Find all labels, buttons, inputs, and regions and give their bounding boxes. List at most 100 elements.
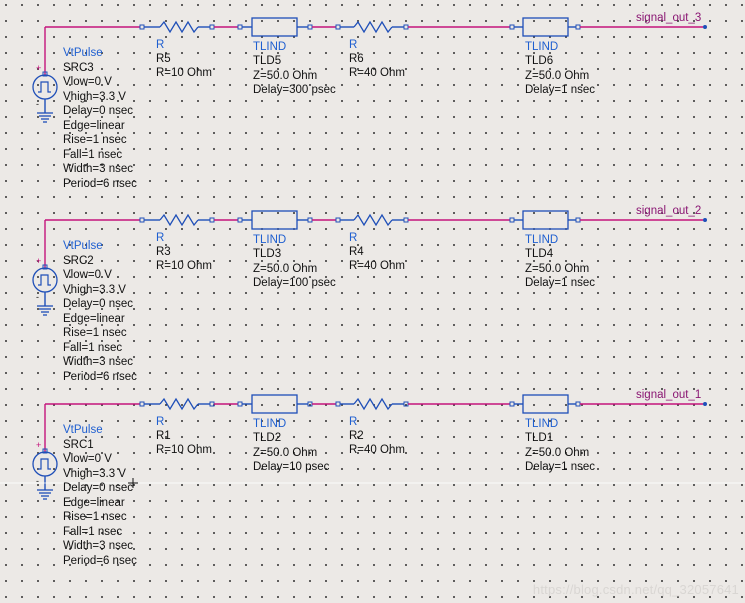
tl2-delay-label: Delay=1 nsec: [525, 277, 595, 289]
r2-type-label: R: [349, 416, 358, 428]
pin: [403, 24, 409, 30]
r2-type-label: R: [349, 232, 358, 244]
plus-sign: +: [36, 63, 41, 73]
tl2-name-label: TLD4: [525, 248, 554, 260]
tl1-delay-label: Delay=10 psec: [253, 461, 330, 473]
pin: [509, 401, 515, 407]
source-param: Delay=0 nsec: [63, 298, 133, 310]
source-param: Fall=1 nsec: [63, 341, 123, 354]
source-param: Edge=linear: [63, 496, 125, 509]
pin: [335, 217, 341, 223]
pulse-source-icon: [32, 74, 58, 100]
tl2-z-label: Z=50.0 Ohm: [525, 263, 590, 275]
resistor-r1: [159, 20, 199, 34]
tl1-z-label: Z=50.0 Ohm: [253, 263, 318, 275]
tl1-z-label: Z=50.0 Ohm: [253, 70, 318, 82]
tl2-delay-label: Delay=1 nsec: [525, 461, 595, 473]
resistor-r2: [353, 20, 393, 34]
tl2-name-label: TLD6: [525, 55, 554, 67]
tlind-tl2: [522, 17, 569, 37]
net-terminal: [703, 25, 707, 29]
watermark: https://blog.csdn.net/qq_32057641: [532, 582, 739, 597]
pin: [335, 24, 341, 30]
tl2-type-label: TLIND: [525, 41, 559, 53]
source-param: Period=6 nsec: [63, 177, 137, 190]
source-param: Fall=1 nsec: [63, 148, 123, 161]
tlind-tl1: [251, 17, 298, 37]
net-terminal: [703, 402, 707, 406]
pin: [509, 217, 515, 223]
r1-value-label: R=10 Ohm: [156, 67, 212, 79]
r1-name-label: R5: [156, 53, 171, 65]
pin: [403, 217, 409, 223]
source-param: Vhigh=3.3 V: [63, 467, 126, 480]
resistor-r2: [353, 397, 393, 411]
pulse-waveform-icon: [38, 458, 51, 470]
pin: [575, 401, 581, 407]
net-terminal: [703, 218, 707, 222]
plus-sign: +: [36, 440, 41, 450]
net-name-label: signal_out_1: [636, 389, 702, 401]
source-param: Vhigh=3.3 V: [63, 90, 126, 103]
source-param: Fall=1 nsec: [63, 525, 123, 538]
source-param: Period=6 nsec: [63, 370, 137, 383]
pin: [237, 401, 243, 407]
r1-name-label: R1: [156, 430, 171, 442]
pin: [139, 217, 145, 223]
minus-sign: -: [36, 476, 39, 486]
r1-type-label: R: [156, 416, 165, 428]
pin: [307, 401, 313, 407]
tl1-type-label: TLIND: [253, 41, 287, 53]
tl2-type-label: TLIND: [525, 234, 559, 246]
pulse-waveform-icon: [38, 274, 51, 286]
resistor-r1: [159, 213, 199, 227]
tl1-name-label: TLD5: [253, 55, 282, 67]
source-param: Vhigh=3.3 V: [63, 283, 126, 296]
r2-value-label: R=40 Ohm: [349, 260, 405, 272]
pin: [209, 217, 215, 223]
source-param: Period=6 nsec: [63, 554, 137, 567]
tlind-tl2: [522, 394, 569, 414]
source-param: Delay=0 nsec: [63, 482, 133, 494]
net-name-label: signal_out_2: [636, 205, 702, 217]
source-param: Edge=linear: [63, 312, 125, 325]
resistor-r1: [159, 397, 199, 411]
source-param: Rise=1 nsec: [63, 511, 127, 523]
source-param: Rise=1 nsec: [63, 134, 127, 146]
tl2-type-label: TLIND: [525, 418, 559, 430]
pin: [237, 24, 243, 30]
pin: [209, 401, 215, 407]
schematic-canvas[interactable]: + - + - + - VtPulse SRC3 Vlow=0 V Vhigh=3.3 V Del…: [0, 0, 745, 603]
r1-value-label: R=10 Ohm: [156, 260, 212, 272]
plus-sign: +: [36, 256, 41, 266]
tlind-tl1: [251, 394, 298, 414]
source-param: Vlow=0 V: [63, 269, 112, 281]
pin: [307, 24, 313, 30]
pulse-source-icon: [32, 451, 58, 477]
pin: [509, 24, 515, 30]
tl1-type-label: TLIND: [253, 418, 287, 430]
tl2-delay-label: Delay=1 nsec: [525, 84, 595, 96]
r1-name-label: R3: [156, 246, 171, 258]
r1-type-label: R: [156, 39, 165, 51]
source-param: Edge=linear: [63, 119, 125, 132]
source-param: Rise=1 nsec: [63, 327, 127, 339]
tl1-delay-label: Delay=300 psec: [253, 84, 336, 96]
tl1-z-label: Z=50.0 Ohm: [253, 447, 318, 459]
r2-value-label: R=40 Ohm: [349, 67, 405, 79]
pin: [209, 24, 215, 30]
source-name-label: SRC2: [63, 255, 94, 267]
source-param: Vlow=0 V: [63, 76, 112, 88]
source-type-label: VtPulse: [63, 424, 103, 436]
tl2-z-label: Z=50.0 Ohm: [525, 447, 590, 459]
source-param: Width=3 nsec: [63, 163, 133, 175]
pulse-source-icon: [32, 267, 58, 293]
pin: [335, 401, 341, 407]
pulse-waveform-icon: [38, 81, 51, 93]
source-param: Delay=0 nsec: [63, 105, 133, 117]
tlind-tl2: [522, 210, 569, 230]
pin: [403, 401, 409, 407]
r2-name-label: R2: [349, 430, 364, 442]
source-name-label: SRC3: [63, 62, 94, 74]
resistor-r2: [353, 213, 393, 227]
